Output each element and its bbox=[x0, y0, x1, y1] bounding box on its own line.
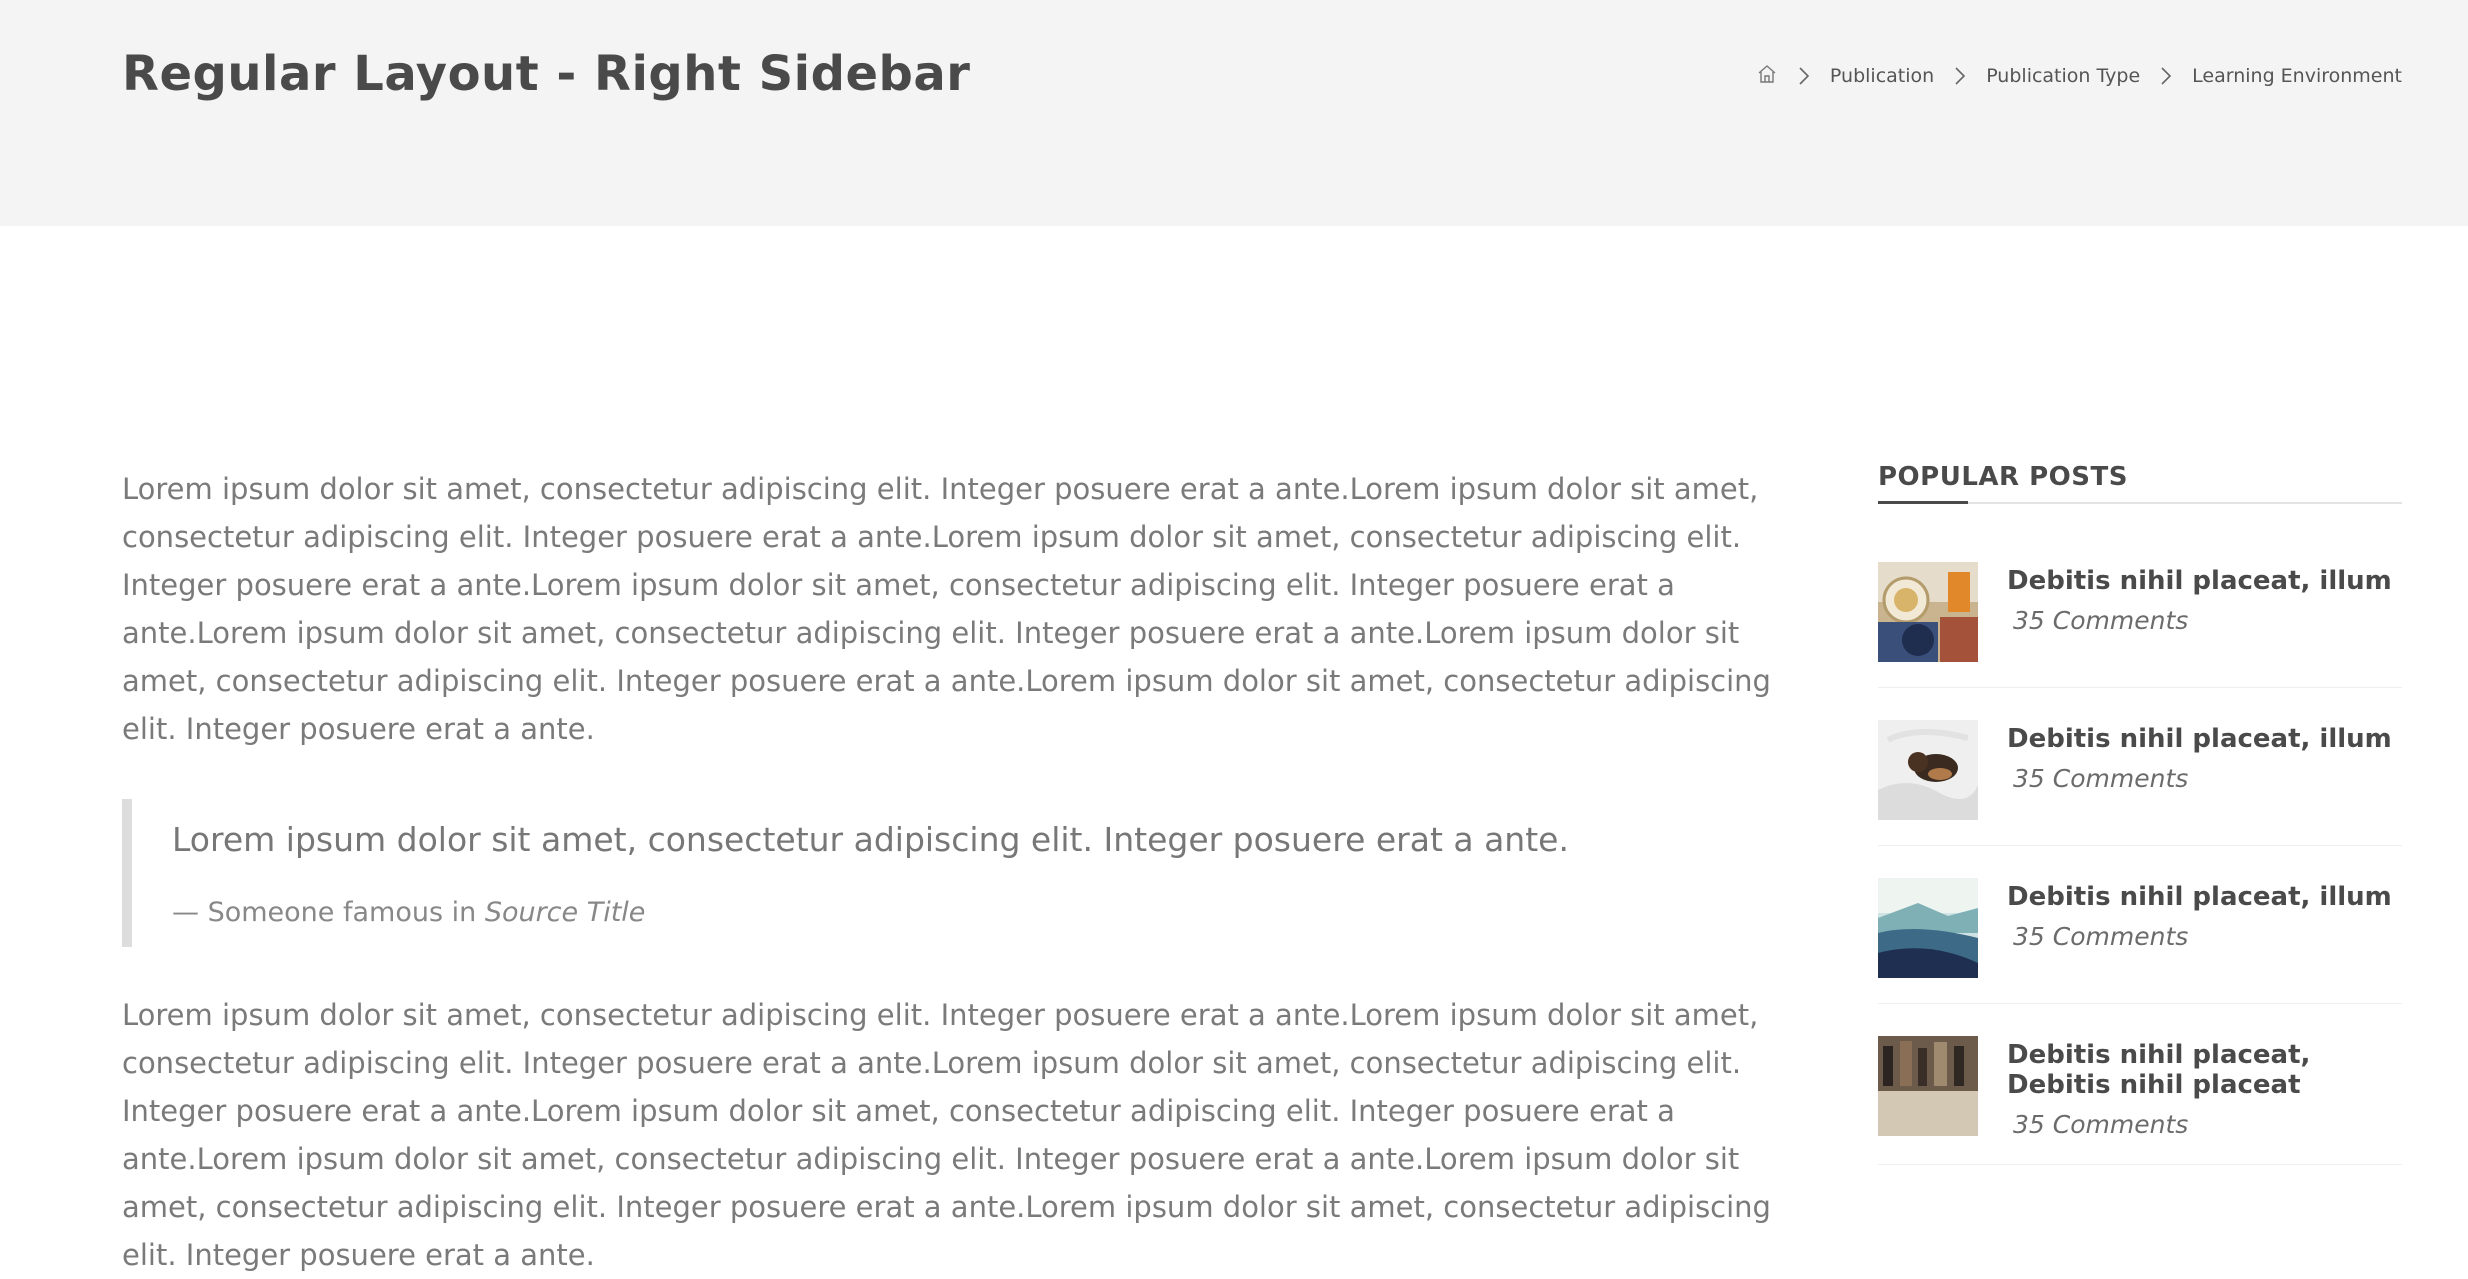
body-paragraph: Lorem ipsum dolor sit amet, consectetur … bbox=[122, 472, 1771, 746]
list-item[interactable]: Debitis nihil placeat, illum 35 Comments bbox=[1878, 720, 2402, 846]
breadcrumb-home-link[interactable] bbox=[1756, 63, 1778, 90]
widget-title: POPULAR POSTS bbox=[1878, 462, 2402, 504]
list-item[interactable]: Debitis nihil placeat, Debitis nihil pla… bbox=[1878, 1036, 2402, 1165]
blockquote: Lorem ipsum dolor sit amet, consectetur … bbox=[122, 799, 1802, 947]
page-title: Regular Layout - Right Sidebar bbox=[122, 46, 971, 102]
post-comments[interactable]: 35 Comments bbox=[2013, 1110, 2402, 1139]
post-meta: Debitis nihil placeat, illum 35 Comments bbox=[2007, 720, 2392, 793]
quote-text: Lorem ipsum dolor sit amet, consectetur … bbox=[172, 820, 1569, 859]
chevron-right-icon bbox=[1955, 67, 1966, 85]
quote-citation: — Someone famous in Source Title bbox=[172, 895, 1802, 931]
citation-source: Source Title bbox=[484, 897, 646, 928]
breadcrumb: Publication Publication Type Learning En… bbox=[1756, 61, 2402, 91]
list-item[interactable]: Debitis nihil placeat, illum 35 Comments bbox=[1878, 878, 2402, 1004]
drinks-table-photo bbox=[1878, 562, 1978, 662]
post-thumbnail[interactable] bbox=[1878, 1036, 1978, 1136]
popular-posts-list: Debitis nihil placeat, illum 35 Comments… bbox=[1878, 562, 2402, 1165]
mountain-sky-photo bbox=[1878, 878, 1978, 978]
chevron-right-icon bbox=[2161, 67, 2172, 85]
post-meta: Debitis nihil placeat, illum 35 Comments bbox=[2007, 878, 2392, 951]
body-paragraph: Lorem ipsum dolor sit amet, consectetur … bbox=[122, 998, 1771, 1272]
post-title[interactable]: Debitis nihil placeat, illum bbox=[2007, 882, 2392, 912]
post-comments[interactable]: 35 Comments bbox=[2013, 764, 2392, 793]
post-comments[interactable]: 35 Comments bbox=[2013, 922, 2392, 951]
page-header: Regular Layout - Right Sidebar Publicati… bbox=[0, 0, 2468, 226]
chevron-right-icon bbox=[1799, 67, 1810, 85]
breadcrumb-item-publication[interactable]: Publication bbox=[1830, 65, 1934, 87]
post-meta: Debitis nihil placeat, Debitis nihil pla… bbox=[2007, 1036, 2402, 1139]
home-icon bbox=[1758, 64, 1776, 83]
post-meta: Debitis nihil placeat, illum 35 Comments bbox=[2007, 562, 2392, 635]
sidebar: POPULAR POSTS Debitis nihil placeat, ill… bbox=[1878, 462, 2402, 1197]
post-thumbnail[interactable] bbox=[1878, 562, 1978, 662]
post-thumbnail[interactable] bbox=[1878, 720, 1978, 820]
post-title[interactable]: Debitis nihil placeat, illum bbox=[2007, 566, 2392, 596]
citation-prefix: — Someone famous in bbox=[172, 897, 485, 928]
post-title[interactable]: Debitis nihil placeat, illum bbox=[2007, 724, 2392, 754]
street-crowd-photo bbox=[1878, 1036, 1978, 1136]
list-item[interactable]: Debitis nihil placeat, illum 35 Comments bbox=[1878, 562, 2402, 688]
post-title[interactable]: Debitis nihil placeat, Debitis nihil pla… bbox=[2007, 1040, 2402, 1100]
dog-on-bed-photo bbox=[1878, 720, 1978, 820]
post-thumbnail[interactable] bbox=[1878, 878, 1978, 978]
main-content: Lorem ipsum dolor sit amet, consectetur … bbox=[122, 465, 1802, 1279]
breadcrumb-item-publication-type[interactable]: Publication Type bbox=[1986, 65, 2140, 87]
breadcrumb-item-current: Learning Environment bbox=[2192, 65, 2402, 87]
post-comments[interactable]: 35 Comments bbox=[2013, 606, 2392, 635]
